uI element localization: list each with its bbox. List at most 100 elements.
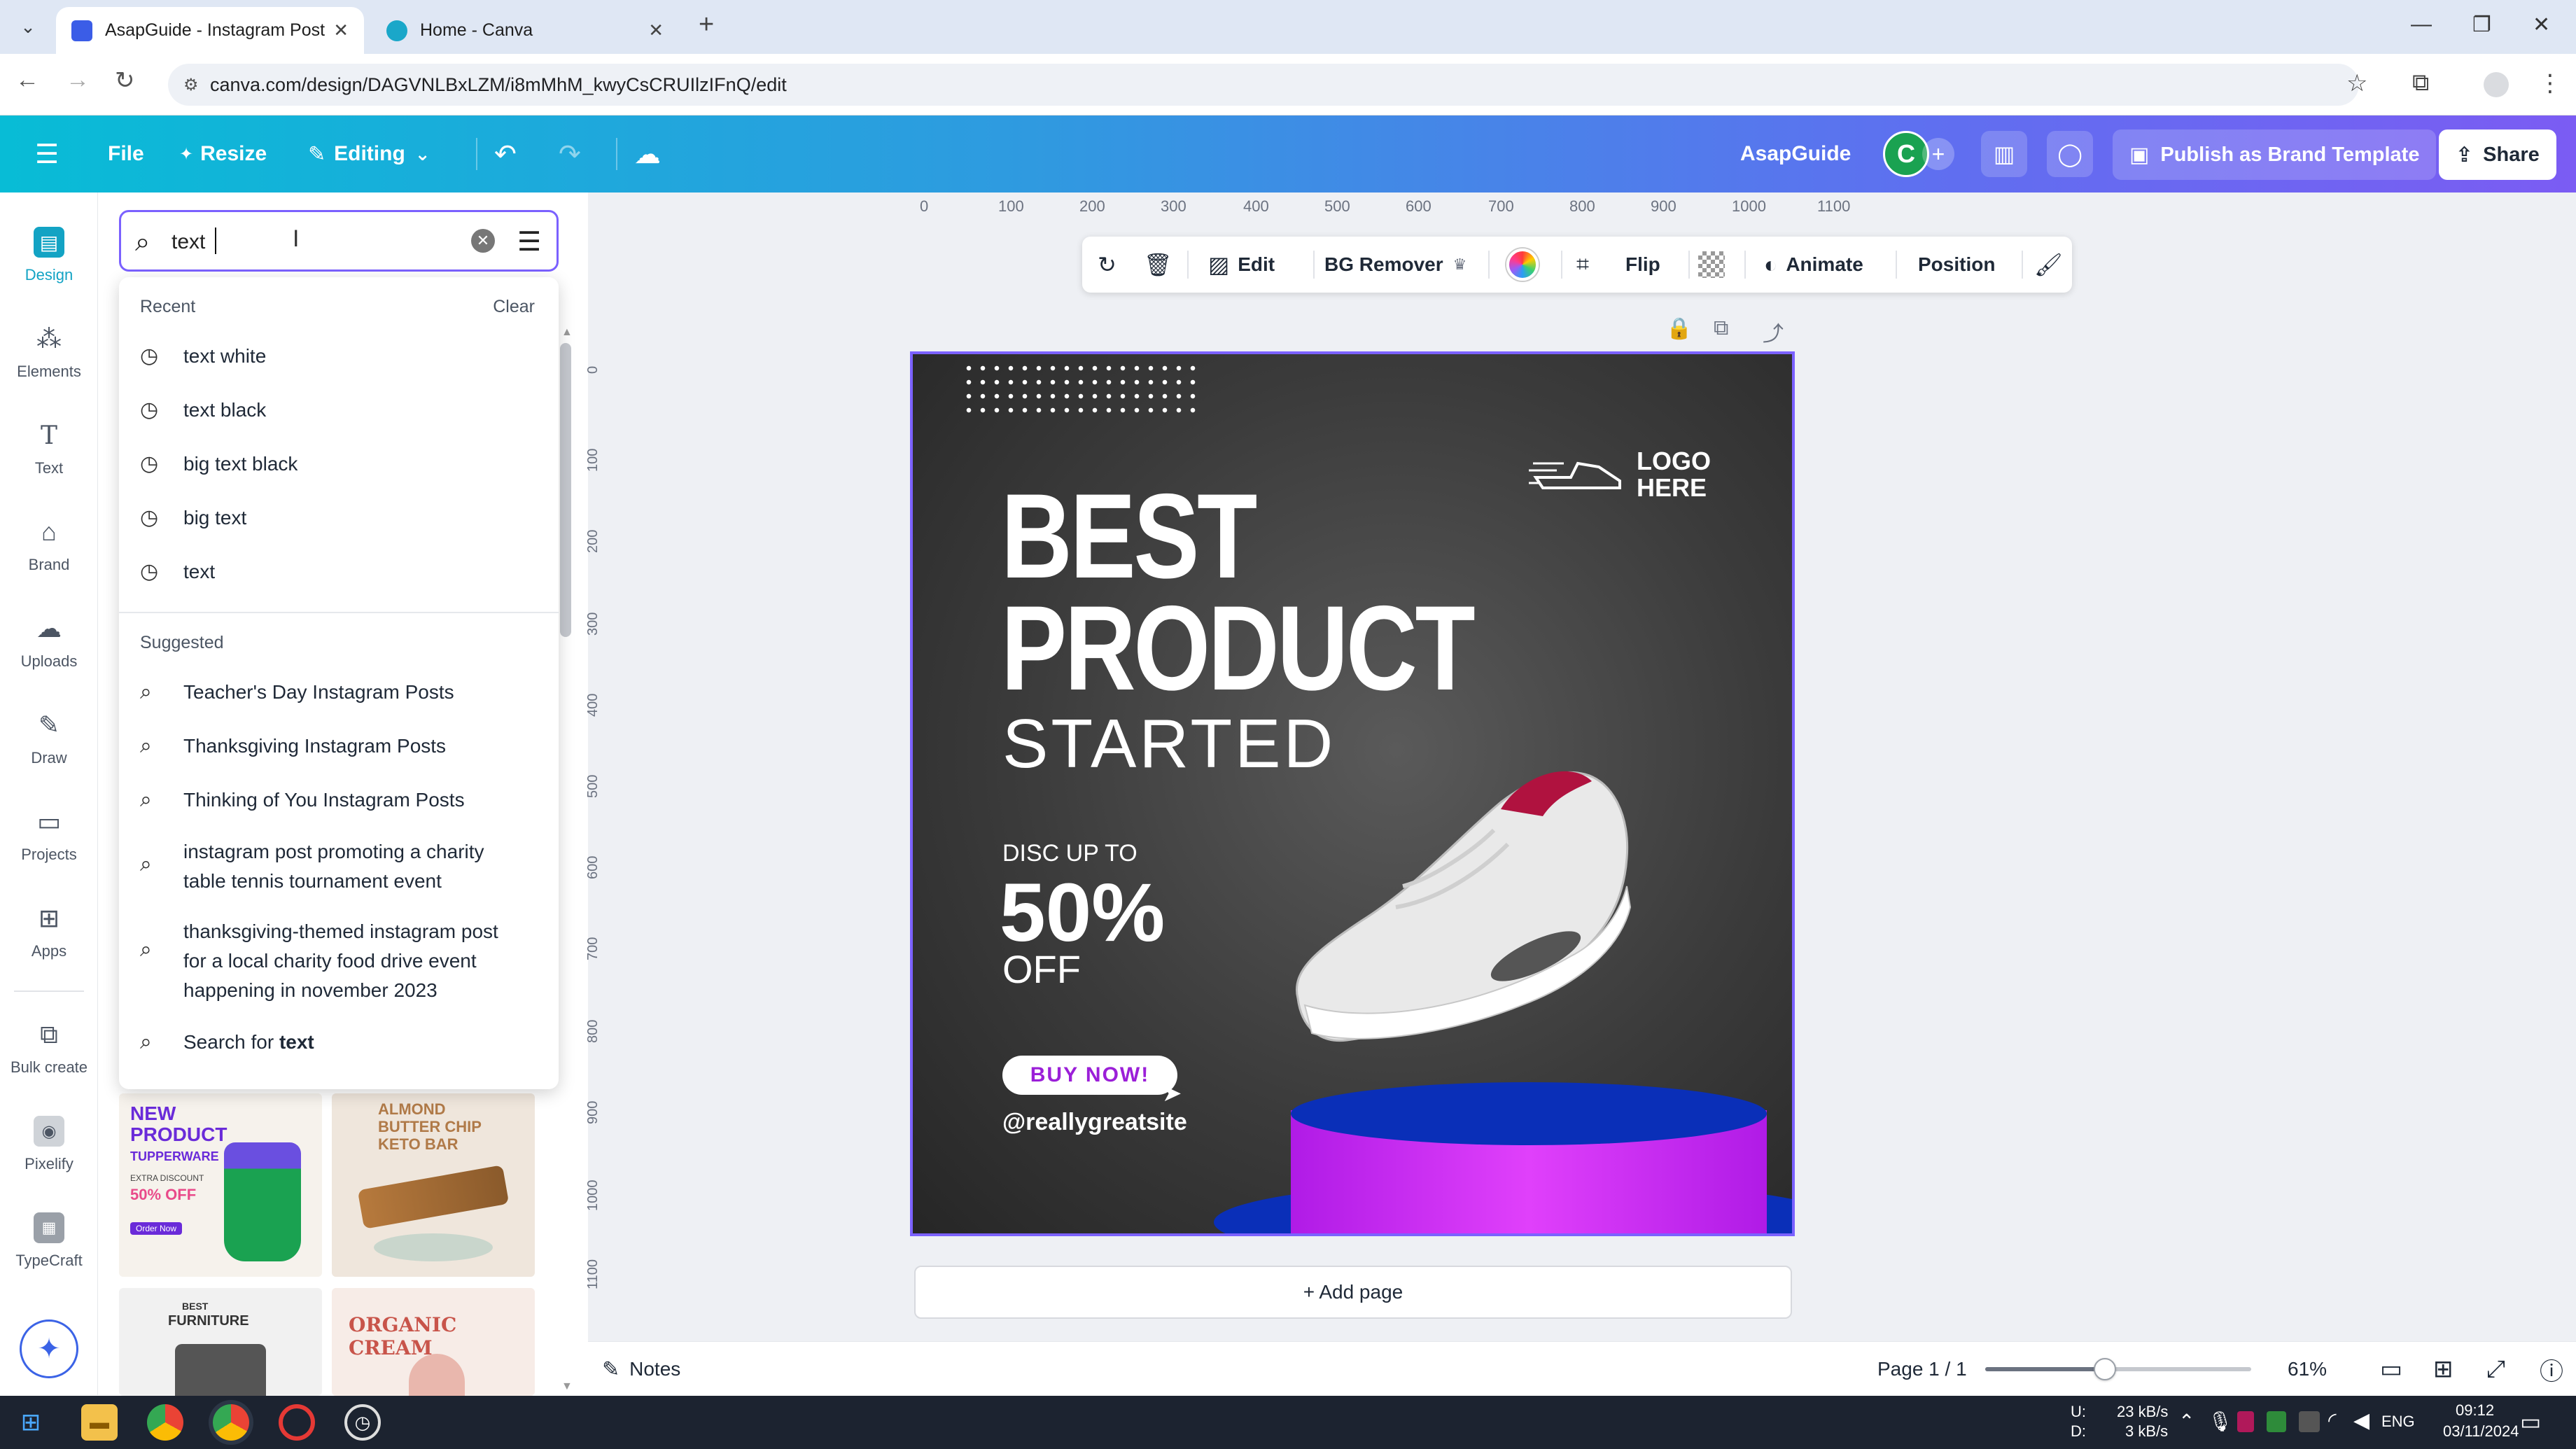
scroll-down-icon[interactable]: ▼: [561, 1380, 573, 1393]
rail-typecraft[interactable]: ▦ TypeCraft: [0, 1199, 98, 1283]
tab-search-dropdown[interactable]: ⌄: [11, 10, 45, 43]
discount-label[interactable]: DISC UP TO: [1002, 840, 1138, 867]
clock-time[interactable]: 09:12: [2456, 1401, 2494, 1420]
clear-search-icon[interactable]: ✕: [471, 229, 495, 253]
rail-draw[interactable]: ✎ Draw: [0, 696, 98, 780]
clear-recent-button[interactable]: Clear: [493, 297, 535, 317]
back-icon[interactable]: ←: [15, 66, 39, 94]
template-card[interactable]: ALMOND BUTTER CHIP KETO BAR: [332, 1093, 535, 1277]
bookmark-star-icon[interactable]: ☆: [2346, 69, 2367, 97]
clock-date[interactable]: 03/11/2024: [2443, 1422, 2519, 1441]
publish-brand-template-button[interactable]: ▣ Publish as Brand Template: [2113, 130, 2437, 180]
close-tab-icon[interactable]: ✕: [333, 20, 349, 41]
design-artboard[interactable]: LOGO HERE BEST PRODUCT STARTED DISC UP T…: [910, 351, 1795, 1236]
main-menu-icon[interactable]: ☰: [35, 115, 59, 192]
forward-icon[interactable]: →: [66, 66, 90, 94]
edit-image-button[interactable]: ▨ Edit: [1208, 237, 1275, 293]
search-for-item[interactable]: ⌕ Search for text: [140, 1028, 546, 1057]
tray-app-gray-icon[interactable]: [2299, 1411, 2320, 1432]
recent-search-item[interactable]: ◷ big text: [140, 503, 546, 533]
add-page-button[interactable]: + Add page: [914, 1266, 1792, 1319]
windows-start-icon[interactable]: ⊞: [13, 1404, 49, 1441]
suggested-search-item[interactable]: ⌕ Thinking of You Instagram Posts: [140, 785, 546, 815]
delete-icon[interactable]: 🗑: [1144, 237, 1181, 293]
rail-text[interactable]: T Text: [0, 407, 98, 491]
cloud-saved-icon[interactable]: ☁: [634, 115, 661, 192]
capture-app-icon[interactable]: ◷: [344, 1404, 381, 1441]
close-tab-icon[interactable]: ✕: [648, 20, 664, 41]
rail-uploads[interactable]: ☁ Uploads: [0, 600, 98, 684]
panel-scrollbar[interactable]: [560, 343, 571, 637]
rail-bulk-create[interactable]: ⧉ Bulk create: [0, 1006, 98, 1090]
tray-app-green-icon[interactable]: [2267, 1411, 2286, 1432]
site-info-icon[interactable]: ⚙: [183, 75, 203, 94]
fullscreen-icon[interactable]: ⤢: [2486, 1342, 2505, 1396]
browser-menu-icon[interactable]: ⋮: [2538, 69, 2562, 97]
suggested-search-item[interactable]: ⌕ Thanksgiving Instagram Posts: [140, 732, 546, 761]
close-window-icon[interactable]: ✕: [2533, 13, 2550, 37]
grid-view-icon[interactable]: ⊞: [2433, 1342, 2454, 1396]
chrome-active-icon[interactable]: [213, 1404, 249, 1441]
microphone-icon[interactable]: 🎙: [2208, 1410, 2233, 1433]
rail-pixelify[interactable]: ◉ Pixelify: [0, 1102, 98, 1186]
template-card[interactable]: BEST FURNITURE: [119, 1288, 322, 1396]
profile-icon[interactable]: [2484, 72, 2509, 97]
rail-apps[interactable]: ⊞ Apps: [0, 890, 98, 974]
help-icon[interactable]: ⓘ: [2540, 1342, 2563, 1396]
chrome-icon[interactable]: [147, 1404, 183, 1441]
browser-tab-asapguide[interactable]: AsapGuide - Instagram Post ✕: [56, 7, 364, 54]
buy-now-button[interactable]: BUY NOW!: [1002, 1056, 1177, 1095]
show-hidden-icons-icon[interactable]: ⌃: [2178, 1410, 2194, 1433]
animate-button[interactable]: ◐ Animate: [1764, 237, 1863, 293]
logo-placeholder[interactable]: LOGO HERE: [1529, 442, 1711, 501]
rail-design[interactable]: ▤ Design: [0, 214, 98, 298]
position-button[interactable]: Position: [1918, 237, 1995, 293]
tray-app-icon[interactable]: [2237, 1411, 2254, 1432]
lock-page-icon[interactable]: 🔒: [1666, 316, 1692, 341]
language-indicator[interactable]: ENG: [2381, 1413, 2415, 1431]
flip-button[interactable]: Flip: [1625, 237, 1660, 293]
reload-icon[interactable]: ↻: [115, 66, 135, 94]
rail-projects[interactable]: ▭ Projects: [0, 793, 98, 877]
design-title[interactable]: AsapGuide: [1740, 115, 1851, 192]
undo-icon[interactable]: ↶: [494, 115, 517, 192]
replace-icon[interactable]: ↻: [1098, 237, 1125, 293]
insights-icon[interactable]: ▥: [1981, 131, 2027, 177]
browser-tab-home[interactable]: Home - Canva ✕: [371, 7, 679, 54]
notifications-icon[interactable]: ▭: [2520, 1408, 2541, 1435]
suggested-search-item[interactable]: ⌕ instagram post promoting a charity tab…: [140, 837, 504, 896]
redo-icon[interactable]: ↷: [559, 115, 581, 192]
bg-remover-button[interactable]: BG Remover ♛: [1324, 237, 1466, 293]
add-page-icon[interactable]: ⤴: [1763, 316, 1784, 347]
restore-icon[interactable]: ❐: [2472, 13, 2491, 37]
headline-product[interactable]: PRODUCT: [1001, 588, 1476, 708]
crop-icon[interactable]: ⌗: [1576, 237, 1597, 293]
recorder-icon[interactable]: [279, 1404, 315, 1441]
share-button[interactable]: ⇪ Share: [2439, 130, 2556, 180]
new-tab-icon[interactable]: +: [699, 10, 714, 40]
filter-icon[interactable]: ☰: [517, 226, 541, 258]
file-menu[interactable]: File: [108, 115, 144, 192]
recent-search-item[interactable]: ◷ text black: [140, 396, 546, 425]
recent-search-item[interactable]: ◷ big text black: [140, 449, 546, 479]
headline-best[interactable]: BEST: [1001, 476, 1257, 596]
transparency-button[interactable]: [1698, 237, 1725, 293]
website-handle[interactable]: @reallygreatsite: [1002, 1109, 1187, 1136]
suggested-search-item[interactable]: ⌕ thanksgiving-themed instagram post for…: [140, 917, 504, 1005]
scroll-up-icon[interactable]: ▲: [561, 326, 573, 339]
file-explorer-icon[interactable]: ▬: [81, 1404, 118, 1441]
minimize-icon[interactable]: —: [2411, 13, 2432, 36]
volume-icon[interactable]: ◀: [2353, 1408, 2370, 1433]
comments-icon[interactable]: ◯: [2047, 131, 2093, 177]
add-collaborator-icon[interactable]: +: [1922, 138, 1954, 170]
magic-assistant-icon[interactable]: ✦: [20, 1320, 78, 1378]
search-input[interactable]: text: [172, 230, 205, 254]
discount-off[interactable]: OFF: [1002, 946, 1081, 992]
template-card[interactable]: ORGANIC CREAM: [332, 1288, 535, 1396]
page-counter[interactable]: Page 1 / 1: [1877, 1342, 1967, 1396]
rail-elements[interactable]: ⁂ Elements: [0, 310, 98, 394]
search-box[interactable]: ⌕ text ✕ ☰: [119, 210, 559, 272]
template-card[interactable]: NEW PRODUCT TUPPERWARE EXTRA DISCOUNT 50…: [119, 1093, 322, 1277]
recent-search-item[interactable]: ◷ text white: [140, 342, 546, 371]
wifi-icon[interactable]: ◜: [2328, 1408, 2337, 1433]
